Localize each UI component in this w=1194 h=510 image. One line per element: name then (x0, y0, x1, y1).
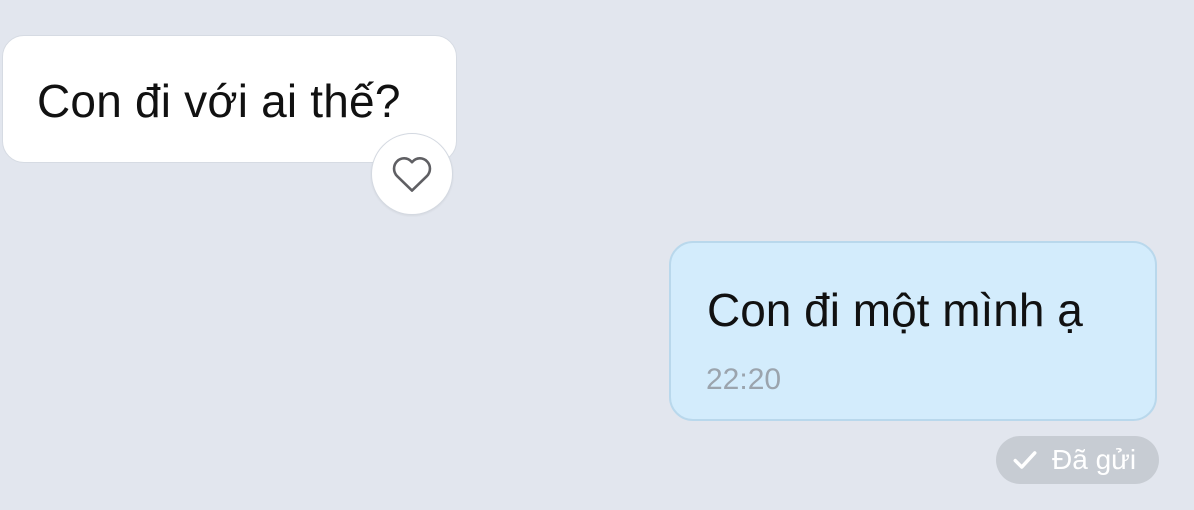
sent-status-badge: Đã gửi (996, 436, 1159, 484)
heart-outline-icon (392, 157, 432, 192)
react-button[interactable] (371, 133, 453, 215)
incoming-message-text: Con đi với ai thế? (37, 75, 401, 127)
outgoing-message-text: Con đi một mình ạ (707, 284, 1083, 336)
message-timestamp: 22:20 (706, 363, 782, 396)
chat-area: Con đi với ai thế? Con đi một mình ạ 22:… (0, 0, 1194, 510)
checkmark-icon (1013, 451, 1037, 469)
sent-status-text: Đã gửi (1052, 444, 1137, 475)
outgoing-message-bubble[interactable]: Con đi một mình ạ 22:20 (669, 241, 1157, 421)
